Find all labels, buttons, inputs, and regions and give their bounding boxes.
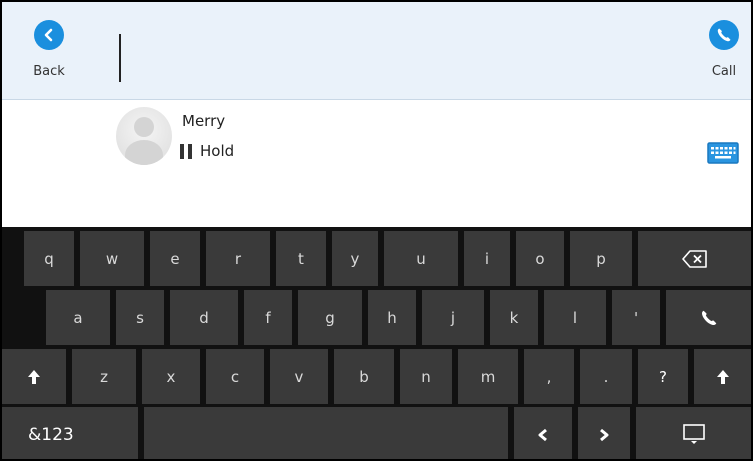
key-g[interactable]: g — [298, 290, 362, 345]
back-label: Back — [33, 64, 65, 79]
chevron-right-icon — [598, 428, 610, 442]
key-e[interactable]: e — [150, 231, 200, 286]
key-apostrophe[interactable]: ' — [612, 290, 660, 345]
phone-icon — [709, 20, 739, 50]
key-period[interactable]: . — [580, 349, 632, 404]
call-label: Call — [711, 64, 737, 79]
key-s[interactable]: s — [116, 290, 164, 345]
backspace-key[interactable] — [638, 231, 751, 286]
call-status: Hold — [180, 142, 234, 160]
cursor-right-key[interactable] — [578, 407, 630, 459]
keyboard-icon[interactable] — [707, 142, 739, 164]
hide-keyboard-icon — [682, 423, 706, 446]
key-y[interactable]: y — [332, 231, 378, 286]
key-x[interactable]: x — [142, 349, 200, 404]
shift-arrow-icon — [27, 369, 41, 385]
cursor-left-key[interactable] — [514, 407, 572, 459]
key-z[interactable]: z — [72, 349, 136, 404]
back-button[interactable]: Back — [26, 20, 72, 90]
key-d[interactable]: d — [170, 290, 238, 345]
pause-icon — [180, 143, 192, 159]
key-h[interactable]: h — [368, 290, 416, 345]
key-comma[interactable]: , — [524, 349, 574, 404]
call-status-label: Hold — [200, 142, 235, 160]
key-v[interactable]: v — [270, 349, 328, 404]
chevron-left-icon — [34, 20, 64, 50]
on-screen-keyboard: q w e r t y u i o p a s d f g h j k l ' … — [2, 227, 751, 459]
key-j[interactable]: j — [422, 290, 484, 345]
phone-icon — [700, 309, 718, 327]
call-key[interactable] — [666, 290, 751, 345]
key-q[interactable]: q — [24, 231, 74, 286]
chevron-left-icon — [537, 428, 549, 442]
active-call-panel: Merry Hold — [2, 100, 751, 227]
key-m[interactable]: m — [458, 349, 518, 404]
key-k[interactable]: k — [490, 290, 538, 345]
text-cursor[interactable] — [119, 34, 121, 82]
key-c[interactable]: c — [206, 349, 264, 404]
key-o[interactable]: o — [516, 231, 564, 286]
key-f[interactable]: f — [244, 290, 292, 345]
phone-screen: Back Call Merry Hold q w e r t y u i o p… — [0, 0, 753, 461]
key-w[interactable]: w — [80, 231, 144, 286]
key-n[interactable]: n — [400, 349, 452, 404]
key-p[interactable]: p — [570, 231, 632, 286]
key-question[interactable]: ? — [638, 349, 688, 404]
shift-key-left[interactable] — [2, 349, 66, 404]
space-key[interactable] — [144, 407, 508, 459]
key-i[interactable]: i — [464, 231, 510, 286]
key-b[interactable]: b — [334, 349, 394, 404]
avatar — [116, 107, 172, 165]
symbols-key[interactable]: &123 — [2, 407, 138, 459]
key-a[interactable]: a — [46, 290, 110, 345]
key-r[interactable]: r — [206, 231, 270, 286]
contact-name: Merry — [182, 112, 226, 130]
shift-key-right[interactable] — [694, 349, 751, 404]
call-button[interactable]: Call — [701, 20, 747, 90]
key-l[interactable]: l — [544, 290, 606, 345]
backspace-icon — [681, 249, 708, 268]
dial-bar: Back Call — [2, 2, 751, 100]
shift-arrow-icon — [716, 369, 730, 385]
key-u[interactable]: u — [384, 231, 458, 286]
key-t[interactable]: t — [276, 231, 326, 286]
hide-keyboard-key[interactable] — [636, 407, 751, 459]
